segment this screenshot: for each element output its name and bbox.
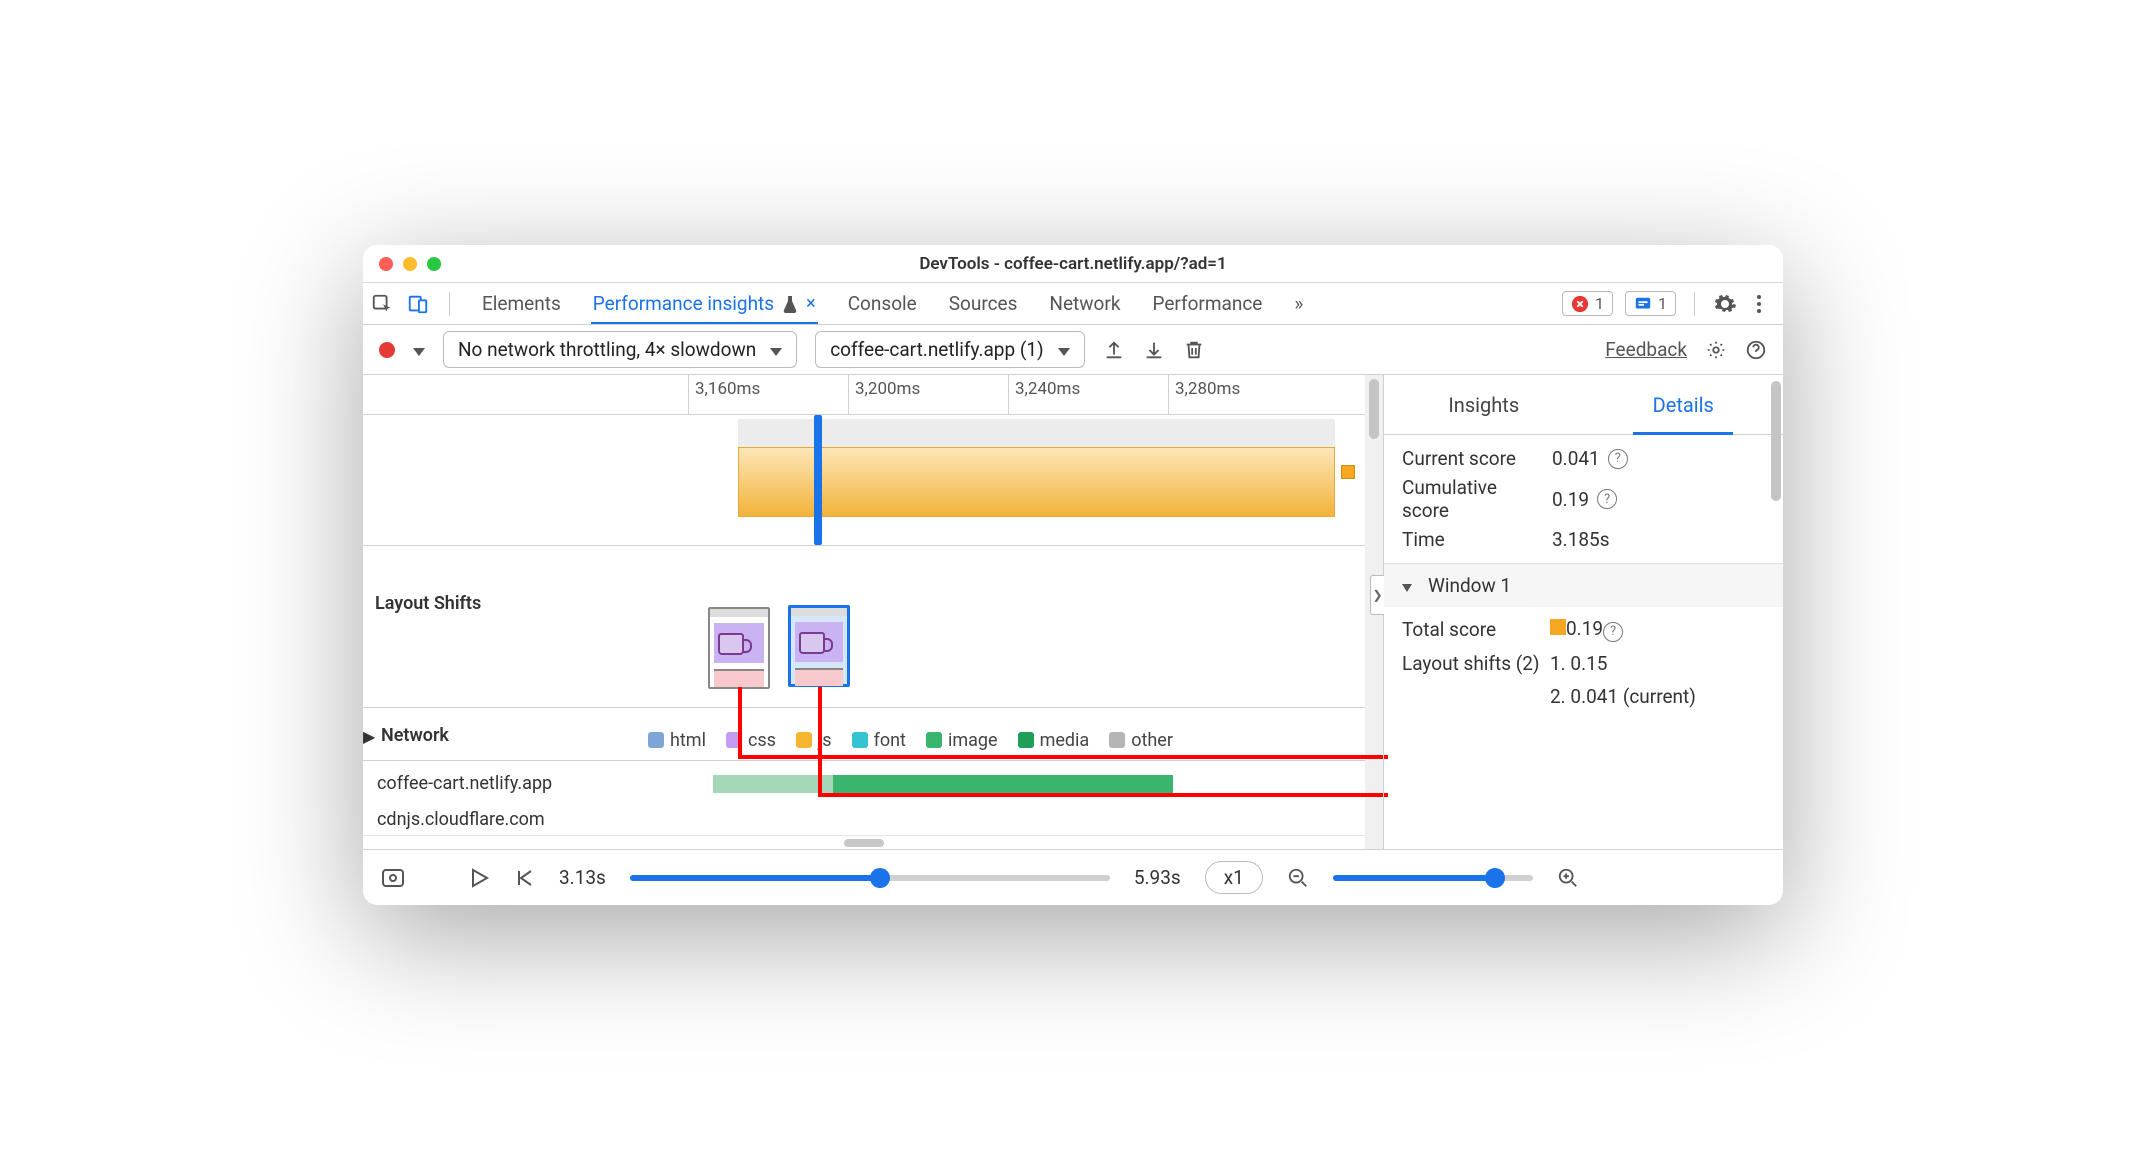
window-row[interactable]: Window 1 bbox=[1384, 563, 1783, 607]
range-start-label: 3.13s bbox=[559, 866, 606, 889]
time-label: Time bbox=[1402, 528, 1542, 551]
tab-sources[interactable]: Sources bbox=[947, 284, 1020, 323]
network-label: Network bbox=[381, 725, 449, 746]
help-icon[interactable] bbox=[1745, 339, 1767, 361]
messages-badge[interactable]: 1 bbox=[1625, 291, 1676, 316]
network-bar[interactable] bbox=[833, 775, 1173, 793]
network-bar[interactable] bbox=[713, 775, 833, 793]
feedback-link[interactable]: Feedback bbox=[1605, 338, 1687, 361]
horizontal-scrollbar[interactable] bbox=[363, 835, 1365, 849]
playback-bar: 3.13s 5.93s x1 bbox=[363, 849, 1783, 905]
inspect-icon[interactable] bbox=[371, 293, 393, 315]
flask-icon bbox=[782, 295, 798, 313]
annotation-line bbox=[738, 687, 742, 757]
zoom-in-icon[interactable] bbox=[1557, 867, 1579, 889]
layout-shift-item-1[interactable]: 1. 0.15 bbox=[1550, 652, 1765, 675]
record-button[interactable] bbox=[379, 342, 395, 358]
tick: 3,160ms bbox=[688, 375, 760, 414]
tick: 3,280ms bbox=[1168, 375, 1240, 414]
help-icon[interactable]: ? bbox=[1597, 489, 1617, 509]
layout-shift-thumb-2[interactable] bbox=[788, 605, 850, 687]
tab-performance-insights[interactable]: Performance insights × bbox=[591, 284, 818, 323]
panel-settings-icon[interactable] bbox=[1705, 339, 1727, 361]
help-icon[interactable]: ? bbox=[1603, 622, 1623, 642]
devtools-window: DevTools - coffee-cart.netlify.app/?ad=1… bbox=[363, 245, 1783, 905]
preview-toggle-icon[interactable] bbox=[381, 867, 405, 889]
time-ruler[interactable]: 3,160ms 3,200ms 3,240ms 3,280ms bbox=[363, 375, 1365, 415]
kebab-menu-icon[interactable] bbox=[1749, 292, 1769, 316]
annotation-line bbox=[818, 687, 822, 795]
time-scrubber[interactable] bbox=[630, 875, 1110, 881]
tick: 3,200ms bbox=[848, 375, 920, 414]
tick: 3,240ms bbox=[1008, 375, 1080, 414]
window-title: DevTools - coffee-cart.netlify.app/?ad=1 bbox=[363, 254, 1783, 274]
zoom-out-icon[interactable] bbox=[1287, 867, 1309, 889]
devtools-tabstrip: Elements Performance insights × Console … bbox=[363, 283, 1783, 325]
main-thread-track[interactable] bbox=[648, 415, 1335, 535]
device-toggle-icon[interactable] bbox=[407, 293, 429, 315]
score-color-swatch bbox=[1550, 619, 1566, 635]
current-time-indicator[interactable] bbox=[814, 415, 822, 545]
network-host-2[interactable]: cdnjs.cloudflare.com bbox=[377, 809, 545, 830]
annotation-line bbox=[738, 755, 1388, 759]
tab-elements[interactable]: Elements bbox=[480, 284, 563, 323]
side-tab-insights[interactable]: Insights bbox=[1384, 375, 1584, 434]
zoom-slider[interactable] bbox=[1333, 875, 1533, 881]
import-icon[interactable] bbox=[1143, 339, 1165, 361]
layout-shift-thumb-1[interactable] bbox=[708, 607, 770, 689]
cumulative-score-value: 0.19 bbox=[1552, 488, 1589, 511]
throttling-select[interactable]: No network throttling, 4× slowdown bbox=[443, 331, 797, 368]
network-legend: html css js font image media other bbox=[648, 720, 1365, 760]
layout-shift-item-2[interactable]: 2. 0.041 (current) bbox=[1550, 685, 1765, 708]
play-icon[interactable] bbox=[469, 867, 489, 889]
total-score-value: 0.19 bbox=[1566, 617, 1603, 640]
side-tab-details[interactable]: Details bbox=[1584, 375, 1784, 434]
insights-toolbar: No network throttling, 4× slowdown coffe… bbox=[363, 325, 1783, 375]
timeline-marker[interactable] bbox=[1341, 465, 1355, 479]
help-icon[interactable]: ? bbox=[1608, 449, 1628, 469]
tab-console[interactable]: Console bbox=[846, 284, 919, 323]
annotation-line bbox=[818, 793, 1388, 797]
record-menu-chevron-icon[interactable] bbox=[413, 338, 425, 361]
panel-collapse-handle[interactable]: ❯ bbox=[1370, 575, 1384, 615]
time-value: 3.185s bbox=[1552, 528, 1610, 551]
timeline-pane: 3,160ms 3,200ms 3,240ms 3,280ms Layout S… bbox=[363, 375, 1365, 849]
tab-performance[interactable]: Performance bbox=[1150, 284, 1264, 323]
export-icon[interactable] bbox=[1103, 339, 1125, 361]
titlebar: DevTools - coffee-cart.netlify.app/?ad=1 bbox=[363, 245, 1783, 283]
network-host-1[interactable]: coffee-cart.netlify.app bbox=[377, 773, 552, 794]
current-score-label: Current score bbox=[1402, 447, 1542, 470]
tab-network[interactable]: Network bbox=[1047, 284, 1122, 323]
close-tab-icon[interactable]: × bbox=[806, 293, 816, 314]
tabs-overflow[interactable]: » bbox=[1292, 284, 1305, 323]
errors-badge[interactable]: 1 bbox=[1562, 291, 1613, 316]
caret-down-icon bbox=[1402, 574, 1418, 597]
jump-to-start-icon[interactable] bbox=[513, 867, 535, 889]
range-end-label: 5.93s bbox=[1134, 866, 1181, 889]
settings-icon[interactable] bbox=[1713, 292, 1737, 316]
cumulative-score-label: Cumulative score bbox=[1402, 476, 1542, 522]
layout-shifts-label: Layout shifts (2) bbox=[1402, 652, 1542, 675]
playback-speed[interactable]: x1 bbox=[1205, 861, 1263, 894]
network-disclosure-icon[interactable]: ▶ bbox=[363, 727, 375, 746]
current-score-value: 0.041 bbox=[1552, 447, 1600, 470]
delete-icon[interactable] bbox=[1183, 339, 1205, 361]
details-panel: ❯ Insights Details Current score 0.041? … bbox=[1383, 375, 1783, 849]
recording-select[interactable]: coffee-cart.netlify.app (1) bbox=[815, 331, 1084, 368]
total-score-label: Total score bbox=[1402, 618, 1542, 641]
layout-shifts-label: Layout Shifts bbox=[375, 593, 481, 614]
